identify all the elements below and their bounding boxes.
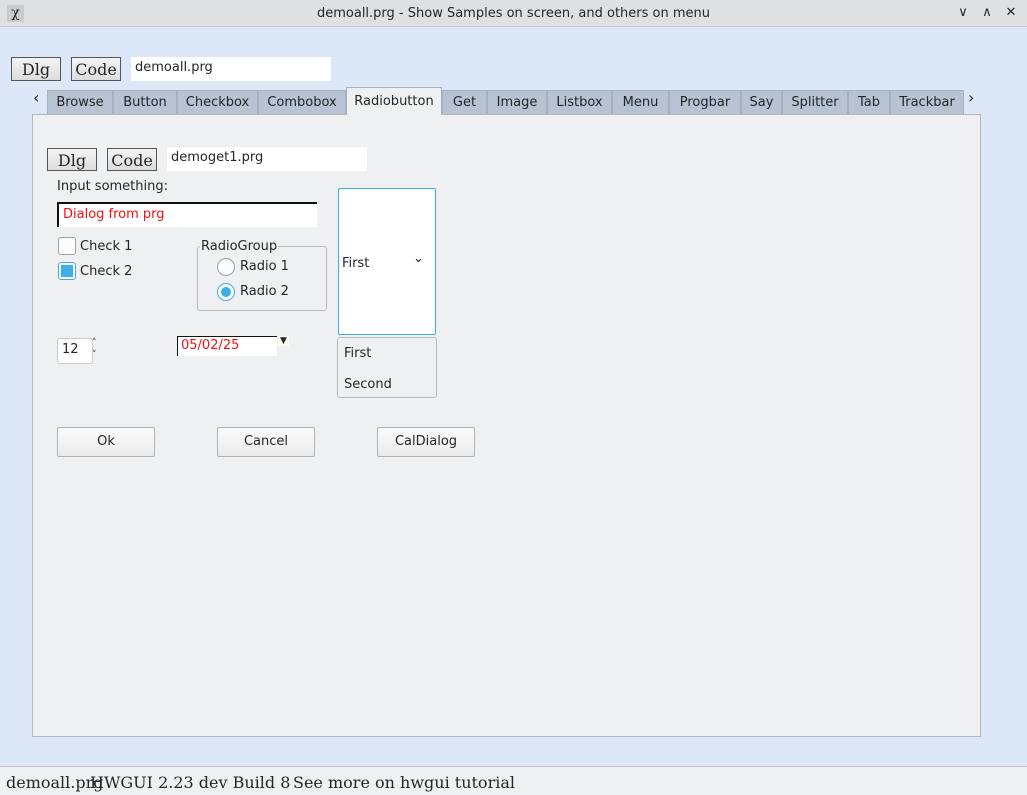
dlg-button[interactable]: Dlg — [11, 57, 61, 81]
status-version: HWGUI 2.23 dev Build 8 — [90, 773, 291, 792]
tab-trackbar[interactable]: Trackbar — [890, 90, 964, 114]
radio2-label: Radio 2 — [240, 284, 289, 299]
radio-group-label: RadioGroup — [200, 239, 279, 254]
panel-code-button[interactable]: Code — [107, 148, 157, 171]
combobox[interactable]: First ⌄ — [338, 188, 436, 335]
tab-menu[interactable]: Menu — [612, 90, 669, 114]
tab-get[interactable]: Get — [442, 90, 487, 114]
check2-label: Check 2 — [80, 264, 133, 279]
title-bar: χ demoall.prg - Show Samples on screen, … — [0, 0, 1027, 27]
tab-browse[interactable]: Browse — [47, 90, 113, 114]
window-title: demoall.prg - Show Samples on screen, an… — [316, 6, 711, 21]
list-item[interactable]: Second — [344, 377, 392, 392]
tab-splitter[interactable]: Splitter — [782, 90, 848, 114]
combobox-value: First — [342, 256, 370, 271]
radio1-button[interactable] — [217, 258, 235, 276]
list-item[interactable]: First — [344, 346, 371, 361]
chevron-down-icon: ⌄ — [413, 251, 424, 266]
spin-arrows-icon[interactable]: ˄ ˅ — [92, 337, 97, 361]
caldialog-button[interactable]: CalDialog — [377, 427, 475, 457]
tab-button[interactable]: Button — [113, 90, 177, 114]
minimize-button[interactable]: ∨ — [953, 4, 973, 22]
input-label: Input something: — [57, 179, 169, 194]
tab-say[interactable]: Say — [741, 90, 782, 114]
date-field[interactable]: 05/02/25 — [177, 336, 277, 356]
file-field[interactable]: demoall.prg — [131, 57, 331, 81]
close-button[interactable]: ✕ — [1001, 4, 1021, 22]
tab-scroll-left-icon[interactable]: ‹ — [33, 88, 39, 107]
maximize-button[interactable]: ∧ — [977, 4, 997, 22]
check1-checkbox[interactable] — [58, 237, 76, 255]
ok-button[interactable]: Ok — [57, 427, 155, 457]
radio-group — [197, 246, 327, 311]
date-dropdown-icon[interactable]: ▼ — [278, 336, 289, 346]
tab-image[interactable]: Image — [487, 90, 547, 114]
panel-dlg-button[interactable]: Dlg — [47, 148, 97, 171]
radio1-label: Radio 1 — [240, 259, 289, 274]
tab-radiobutton[interactable]: Radiobutton — [346, 87, 442, 115]
radio2-button[interactable] — [217, 283, 235, 301]
check2-checkbox[interactable] — [58, 262, 76, 280]
cancel-button[interactable]: Cancel — [217, 427, 315, 457]
panel-file-field[interactable]: demoget1.prg — [167, 147, 367, 171]
tab-combobox[interactable]: Combobox — [258, 90, 346, 114]
tab-scroll-right-icon[interactable]: › — [968, 88, 974, 107]
status-file: demoall.prg — [6, 773, 104, 792]
tab-progbar[interactable]: Progbar — [669, 90, 741, 114]
tab-checkbox[interactable]: Checkbox — [177, 90, 258, 114]
status-bar: demoall.prg HWGUI 2.23 dev Build 8 See m… — [0, 766, 1027, 795]
tab-listbox[interactable]: Listbox — [547, 90, 612, 114]
tab-panel-radiobutton: Dlg Code demoget1.prg Input something: D… — [32, 114, 981, 737]
check1-label: Check 1 — [80, 239, 133, 254]
code-button[interactable]: Code — [71, 57, 121, 81]
status-more: See more on hwgui tutorial — [293, 773, 515, 792]
input-field[interactable]: Dialog from prg — [57, 202, 317, 227]
listbox[interactable]: First Second — [337, 337, 437, 398]
spin-input[interactable]: 12 — [57, 338, 93, 364]
tab-tab[interactable]: Tab — [848, 90, 890, 114]
